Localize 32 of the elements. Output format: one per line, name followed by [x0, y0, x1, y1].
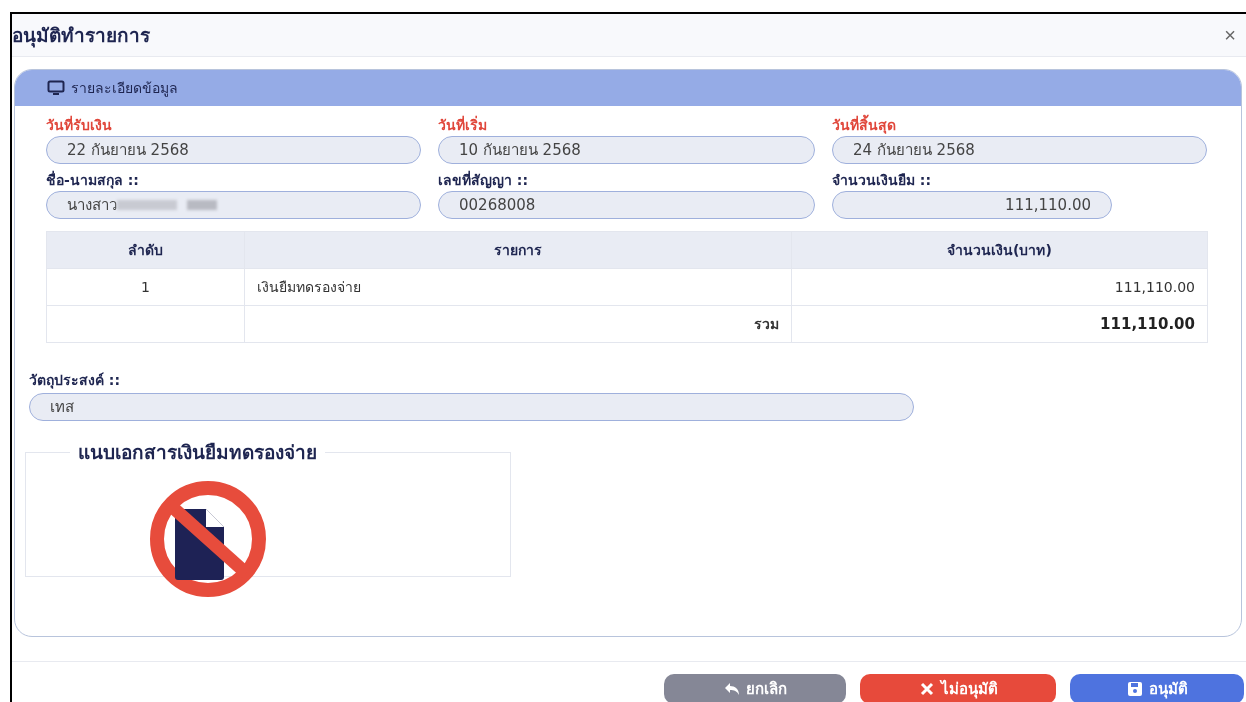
approve-button[interactable]: อนุมัติ	[1070, 674, 1244, 702]
column-header: ลำดับ	[46, 231, 245, 269]
modal-title: อนุมัติทำรายการ	[12, 23, 150, 50]
field-label: วันที่รับเงิน	[46, 114, 113, 135]
input-field[interactable]: 22 กันยายน 2568	[46, 136, 421, 164]
input-field[interactable]: นางสาว	[46, 191, 421, 219]
cancel-button[interactable]: ยกเลิก	[664, 674, 846, 702]
attachment-legend: แนบเอกสารเงินยืมทดรองจ่าย	[70, 437, 325, 467]
field-label: วันที่เริ่ม	[438, 114, 488, 135]
table-cell: 1	[46, 268, 245, 306]
column-header: รายการ	[244, 231, 792, 269]
field-label: วัตถุประสงค์ ::	[29, 371, 122, 391]
reject-button[interactable]: ไม่อนุมัติ	[860, 674, 1056, 702]
input-field[interactable]: 111,110.00	[832, 191, 1112, 219]
field-label: เลขที่สัญญา ::	[438, 169, 530, 191]
input-field[interactable]: 00268008	[438, 191, 815, 219]
input-field[interactable]: 10 กันยายน 2568	[438, 136, 815, 164]
close-button[interactable]: ×	[1216, 23, 1244, 47]
table-cell: 111,110.00	[791, 268, 1208, 306]
input-field[interactable]: เทส	[29, 393, 914, 421]
total-label: รวม	[244, 305, 792, 343]
column-header: จำนวนเงิน(บาท)	[791, 231, 1208, 269]
field-label: ชื่อ-นามสกุล ::	[46, 169, 140, 191]
reply-arrow-icon	[723, 681, 740, 697]
card-title: รายละเอียดข้อมูล	[71, 79, 178, 99]
field-label: วันที่สิ้นสุด	[832, 114, 1207, 136]
table-cell: เงินยืมทดรองจ่าย	[244, 268, 792, 306]
monitor-icon	[47, 80, 65, 96]
close-icon	[918, 681, 935, 697]
input-field[interactable]: 24 กันยายน 2568	[832, 136, 1207, 164]
field-label: จำนวนเงินยืม ::	[832, 171, 933, 190]
total-amount: 111,110.00	[791, 305, 1208, 343]
